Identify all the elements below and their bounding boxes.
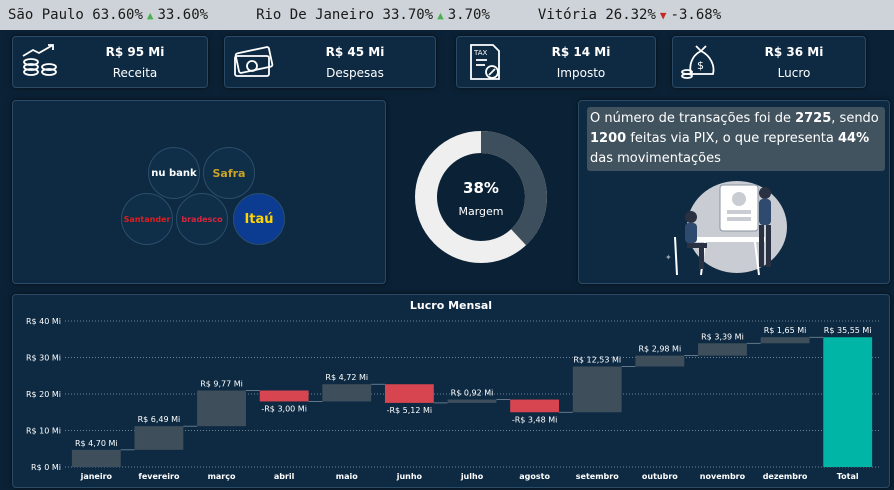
x-tick-label: outubro	[642, 472, 678, 481]
waterfall-bar	[572, 366, 622, 413]
x-tick-label: maio	[336, 472, 358, 481]
safra-logo[interactable]: Safra	[203, 147, 255, 199]
waterfall-bar	[71, 449, 121, 467]
data-label: R$ 2,98 Mi	[639, 345, 682, 354]
kpi-lucro-card[interactable]: $ R$ 36 Mi Lucro	[672, 36, 866, 88]
kpi-value: R$ 45 Mi	[325, 45, 385, 59]
data-label: -R$ 5,12 Mi	[387, 406, 433, 415]
x-tick-label: janeiro	[80, 472, 113, 481]
banks-panel: nu bank Safra Santander bradesco Itaú	[12, 100, 386, 284]
ticker-item: Vitória 26.32% ▼ -3.68%	[537, 7, 722, 23]
x-tick-label: dezembro	[763, 472, 808, 481]
itau-logo[interactable]: Itaú	[233, 193, 285, 245]
data-label: R$ 4,72 Mi	[325, 373, 368, 382]
up-arrow-icon: ▲	[146, 9, 154, 22]
data-label: R$ 9,77 Mi	[200, 379, 243, 388]
kpi-label: Imposto	[556, 66, 606, 80]
data-label: R$ 35,55 Mi	[824, 326, 872, 335]
x-tick-label: setembro	[576, 472, 619, 481]
margin-donut	[415, 131, 547, 263]
x-tick-label: novembro	[700, 472, 746, 481]
transactions-summary: O número de transações foi de 2725, send…	[587, 107, 885, 171]
y-tick-label: R$ 20 Mi	[26, 390, 61, 399]
waterfall-bar	[698, 343, 747, 356]
y-tick-label: R$ 0 Mi	[31, 463, 61, 472]
monthly-profit-chart: Lucro Mensal R$ 0 Mi R$ 10 Mi R$ 20 Mi R$ 3…	[12, 294, 890, 488]
ticker-item: Rio De Janeiro 33.70% ▲ 3.70%	[256, 7, 490, 23]
kpi-label: Despesas	[326, 66, 384, 80]
people-at-desk-illustration: ✦	[665, 181, 787, 276]
nubank-logo[interactable]: nu bank	[148, 147, 200, 199]
data-label: R$ 1,65 Mi	[764, 326, 807, 335]
kpi-value: R$ 14 Mi	[551, 45, 611, 59]
data-label: R$ 0,92 Mi	[451, 389, 494, 398]
margin-percent: 38%	[463, 179, 499, 197]
waterfall-bar	[823, 337, 873, 467]
transactions-panel: O número de transações foi de 2725, send…	[578, 100, 890, 284]
kpi-value: R$ 36 Mi	[764, 45, 824, 59]
x-tick-label: abril	[274, 472, 295, 481]
data-label: R$ 6,49 Mi	[138, 415, 181, 424]
waterfall-bar	[760, 337, 810, 344]
kpi-label: Receita	[112, 66, 158, 80]
kpi-despesas-card[interactable]: R$ 45 Mi Despesas	[224, 36, 436, 88]
waterfall-bar	[322, 384, 372, 402]
kpi-value: R$ 95 Mi	[105, 45, 165, 59]
x-tick-label: agosto	[519, 472, 550, 481]
waterfall-bar	[447, 399, 497, 403]
x-tick-label: fevereiro	[138, 472, 180, 481]
waterfall-bar	[384, 384, 434, 403]
waterfall-bar	[134, 426, 184, 450]
up-arrow-icon: ▲	[437, 9, 444, 22]
data-label: -R$ 3,00 Mi	[261, 404, 307, 413]
ticker-item: São Paulo 63.60% ▲ 33.60%	[8, 7, 209, 23]
kpi-imposto-card[interactable]: TAX R$ 14 Mi Imposto	[456, 36, 656, 88]
svg-text:✦: ✦	[665, 253, 672, 262]
data-label: R$ 12,53 Mi	[573, 356, 621, 365]
y-tick-label: R$ 30 Mi	[26, 354, 61, 363]
kpi-label: Lucro	[777, 66, 811, 80]
waterfall-bar	[635, 355, 685, 367]
waterfall-bar	[510, 399, 560, 413]
bradesco-logo[interactable]: bradesco	[176, 193, 228, 245]
x-tick-label: julho	[460, 472, 484, 481]
data-label: -R$ 3,48 Mi	[512, 415, 558, 424]
margin-label: Margem	[458, 205, 504, 218]
y-tick-label: R$ 40 Mi	[26, 317, 61, 326]
data-label: R$ 4,70 Mi	[75, 439, 118, 448]
santander-logo[interactable]: Santander	[121, 193, 173, 245]
waterfall-bar	[197, 390, 246, 427]
x-tick-label: Total	[837, 472, 859, 481]
y-tick-label: R$ 10 Mi	[26, 427, 61, 436]
x-tick-label: junho	[396, 472, 423, 481]
kpi-receita-card[interactable]: R$ 95 Mi Receita	[12, 36, 208, 88]
city-ticker: São Paulo 63.60% ▲ 33.60% Rio De Janeiro 3…	[0, 0, 894, 30]
down-arrow-icon: ▼	[659, 9, 667, 22]
waterfall-bar	[259, 390, 309, 402]
data-label: R$ 3,39 Mi	[701, 332, 744, 341]
waterfall-chart: R$ 0 Mi R$ 10 Mi R$ 20 Mi R$ 30 Mi R$ 40 Mi R…	[26, 317, 879, 481]
x-tick-label: março	[208, 472, 236, 481]
